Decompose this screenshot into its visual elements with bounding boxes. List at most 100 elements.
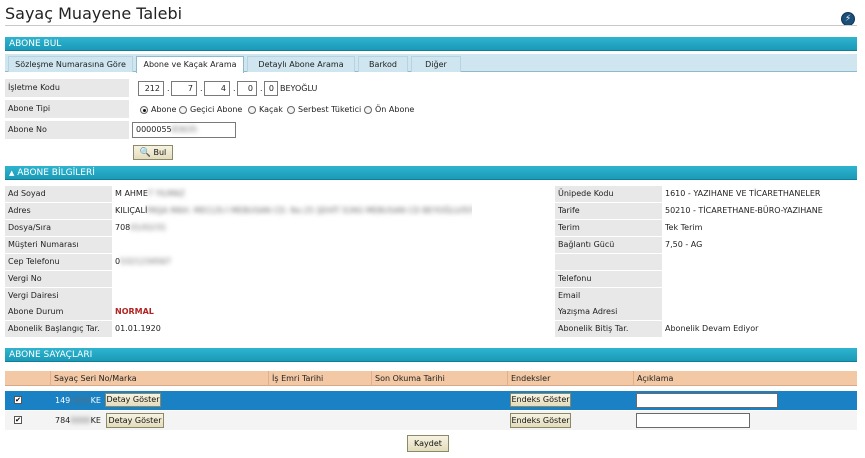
abone-no-masked: 83635	[171, 125, 198, 134]
value-terim: Tek Terim	[665, 223, 703, 232]
table-row[interactable]: ✔ 7840000KE Detay Göster Endeks Göster	[5, 411, 857, 430]
radio-on-abone[interactable]	[364, 106, 372, 114]
cep-telefonu-masked: 5321234567	[120, 257, 171, 266]
column-son-okuma-tarihi: Son Okuma Tarihi	[371, 371, 507, 386]
adres-masked: PAŞA MAH. MECLİS-İ MEBUSAN CD. No:25 ŞEH…	[147, 206, 472, 215]
dosya-sira-text: 708	[115, 223, 131, 232]
label-abone-durum: Abone Durum	[5, 304, 112, 320]
ad-soyad-masked: T YILMAZ	[147, 189, 185, 198]
radio-on-abone-label: Ön Abone	[375, 105, 415, 114]
isletme-kodu-part-5[interactable]: 0	[264, 81, 278, 96]
abone-tipi-label: Abone Tipi	[5, 100, 129, 118]
endeks-goster-button[interactable]: Endeks Göster	[510, 413, 571, 428]
bul-button[interactable]: 🔍 Bul	[133, 145, 173, 160]
separator-dot: .	[260, 84, 263, 93]
value-adres: KILIÇALİPAŞA MAH. MECLİS-İ MEBUSAN CD. N…	[112, 203, 472, 219]
label-vergi-dairesi: Vergi Dairesi	[5, 288, 112, 304]
lightning-bolt-icon[interactable]: ⚡	[841, 12, 855, 26]
abone-sayaclari-header: ABONE SAYAÇLARI	[5, 348, 857, 362]
tab-detayli-abone-arama[interactable]: Detaylı Abone Arama	[247, 56, 355, 72]
row-checkbox[interactable]: ✔	[14, 396, 22, 404]
radio-kacak-label: Kaçak	[259, 105, 283, 114]
radio-serbest-tuketici-label: Serbest Tüketici	[298, 105, 362, 114]
seri-suffix: KE	[90, 396, 101, 405]
son-okuma-tarihi	[371, 391, 374, 410]
sayac-table-header: Sayaç Seri No/Marka İş Emri Tarihi Son O…	[5, 371, 857, 386]
isletme-kodu-part-2[interactable]: 7	[171, 81, 197, 96]
label-adres: Adres	[5, 203, 112, 219]
value-cep-telefonu: 05321234567	[112, 254, 171, 270]
tab-abone-ve-kacak-arama[interactable]: Abone ve Kaçak Arama	[136, 56, 244, 73]
collapse-arrow-icon[interactable]: ▲	[9, 169, 14, 177]
column-is-emri-tarihi: İş Emri Tarihi	[268, 371, 371, 386]
bul-button-label: Bul	[153, 148, 167, 157]
dosya-sira-masked: 01/02/31	[130, 223, 167, 232]
value-vergi-no	[112, 271, 115, 287]
row-checkbox[interactable]: ✔	[14, 416, 22, 424]
abone-no-value: 0000055	[136, 125, 172, 134]
title-divider	[5, 25, 857, 26]
separator-dot: .	[200, 84, 203, 93]
isletme-kodu-part-1[interactable]: 212	[138, 81, 164, 96]
radio-kacak[interactable]	[248, 106, 256, 114]
abone-bul-header: ABONE BUL	[5, 37, 857, 51]
seri-prefix: 149	[55, 396, 71, 405]
label-musteri-numarasi: Müşteri Numarası	[5, 237, 112, 253]
radio-gecici-abone-label: Geçici Abone	[190, 105, 243, 114]
table-row[interactable]: ✔ 1490000KE Detay Göster Endeks Göster	[5, 391, 857, 410]
search-icon: 🔍	[139, 148, 151, 158]
value-ad-soyad: M AHMET YILMAZ	[112, 186, 185, 202]
column-select	[5, 371, 50, 386]
abone-no-input[interactable]: 000005583635	[132, 122, 236, 138]
ad-soyad-text: M AHME	[115, 189, 148, 198]
seri-masked: 0000	[70, 396, 91, 405]
detay-goster-button[interactable]: Detay Göster	[105, 393, 161, 407]
isletme-kodu-part-4[interactable]: 0	[237, 81, 257, 96]
tab-sozlesme-numarasina-gore[interactable]: Sözleşme Numarasına Göre	[8, 56, 133, 72]
value-baglanti-gucu: 7,50 - AG	[665, 240, 703, 249]
endeks-goster-button[interactable]: Endeks Göster	[510, 393, 571, 407]
column-endeksler: Endeksler	[507, 371, 633, 386]
radio-abone-label: Abone	[151, 105, 177, 114]
kaydet-button[interactable]: Kaydet	[407, 435, 449, 452]
separator-dot: .	[167, 84, 170, 93]
abone-no-row: Abone No 000005583635	[5, 121, 857, 140]
value-abonelik-baslangic: 01.01.1920	[115, 324, 161, 333]
district-name: BEYOĞLU	[280, 84, 318, 93]
aciklama-input[interactable]	[636, 413, 750, 428]
seri-suffix: KE	[90, 416, 101, 425]
label-abonelik-baslangic: Abonelik Başlangıç Tar.	[5, 321, 112, 337]
label-empty	[555, 254, 662, 270]
label-abonelik-bitis: Abonelik Bitiş Tar.	[555, 321, 662, 337]
isletme-kodu-label: İşletme Kodu	[5, 79, 129, 97]
seri-prefix: 784	[55, 416, 71, 425]
label-telefonu: Telefonu	[555, 271, 662, 287]
sayac-seri-no: 7840000KE	[52, 411, 101, 430]
radio-serbest-tuketici[interactable]	[287, 106, 295, 114]
label-terim: Terim	[555, 220, 662, 236]
label-baglanti-gucu: Bağlantı Gücü	[555, 237, 662, 253]
radio-gecici-abone[interactable]	[179, 106, 187, 114]
column-aciklama: Açıklama	[633, 371, 857, 386]
isletme-kodu-row: İşletme Kodu 212 . 7 . 4 . 0 . 0 BEYOĞLU	[5, 79, 857, 98]
page-title: Sayaç Muayene Talebi	[5, 4, 183, 23]
separator-dot: .	[233, 84, 236, 93]
is-emri-tarihi	[268, 391, 271, 410]
detay-goster-button[interactable]: Detay Göster	[106, 413, 164, 428]
column-seri-no: Sayaç Seri No/Marka	[50, 371, 268, 386]
radio-abone[interactable]	[140, 106, 148, 114]
search-tabs: Sözleşme Numarasına Göre Abone ve Kaçak …	[5, 54, 857, 73]
tab-diger[interactable]: Diğer	[411, 56, 461, 72]
value-abone-durum: NORMAL	[115, 307, 154, 316]
isletme-kodu-part-3[interactable]: 4	[204, 81, 230, 96]
aciklama-input[interactable]	[636, 393, 778, 408]
tab-barkod[interactable]: Barkod	[358, 56, 408, 72]
abone-bilgileri-title: ABONE BİLGİLERİ	[17, 168, 95, 178]
label-unipede-kodu: Ünipede Kodu	[555, 186, 662, 202]
value-tarife: 50210 - TİCARETHANE-BÜRO-YAZIHANE	[665, 206, 823, 215]
value-unipede-kodu: 1610 - YAZIHANE VE TİCARETHANELER	[665, 189, 821, 198]
label-ad-soyad: Ad Soyad	[5, 186, 112, 202]
label-cep-telefonu: Cep Telefonu	[5, 254, 112, 270]
label-vergi-no: Vergi No	[5, 271, 112, 287]
label-dosya-sira: Dosya/Sıra	[5, 220, 112, 236]
